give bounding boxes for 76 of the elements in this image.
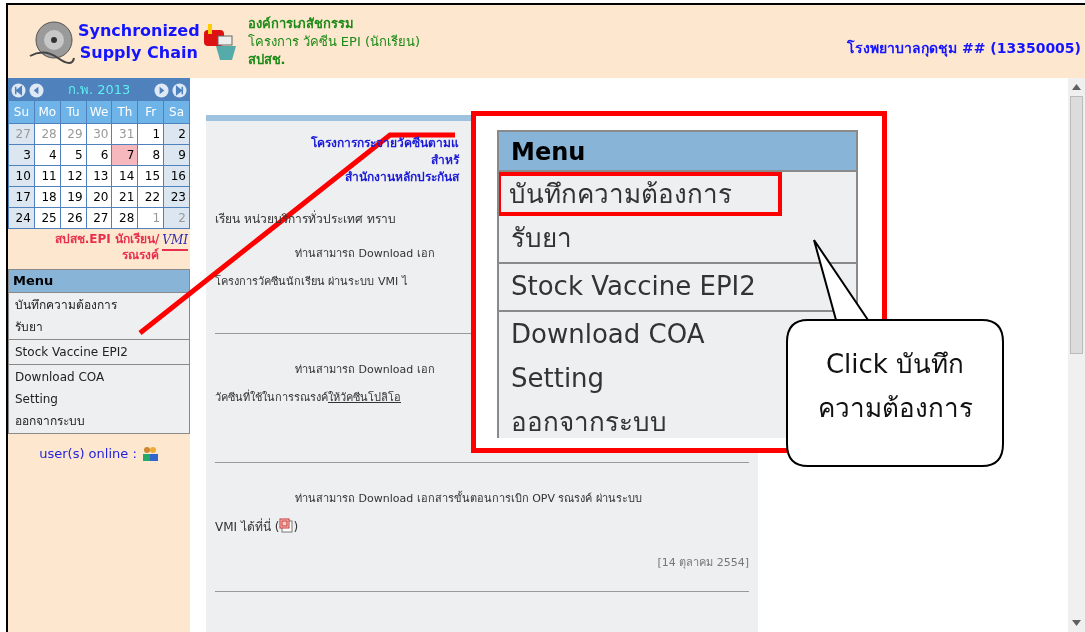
site-logo-text: Synchronized Supply Chain	[78, 19, 200, 64]
calendar-day[interactable]: 28	[112, 208, 138, 228]
weekday-header: Mo	[34, 101, 60, 123]
announcement-title: สำหรั	[431, 152, 459, 169]
calendar-day[interactable]: 5	[60, 145, 86, 165]
weekday-header: Sa	[164, 101, 189, 123]
weekday-header: Fr	[138, 101, 164, 123]
calendar-day[interactable]: 6	[86, 145, 112, 165]
menu-item[interactable]: รับยา	[9, 316, 189, 338]
weekday-header: Su	[9, 101, 34, 123]
menu-header: Menu	[9, 270, 189, 292]
calendar-day[interactable]: 8	[138, 145, 164, 165]
menu-item[interactable]: รับยา	[499, 216, 856, 260]
calendar-day[interactable]: 10	[9, 166, 34, 186]
menu-item[interactable]: Setting	[9, 388, 189, 410]
calendar-day[interactable]: 11	[34, 166, 60, 186]
notice-text: )	[293, 520, 299, 534]
menu-header: Menu	[499, 132, 856, 170]
calendar-day[interactable]: 2	[164, 124, 189, 144]
calendar-day[interactable]: 19	[60, 187, 86, 207]
calendar-day[interactable]: 3	[9, 145, 34, 165]
calendar-day[interactable]: 17	[9, 187, 34, 207]
notice-date: [14 ตุลาคม 2554]	[656, 555, 749, 571]
calendar-day[interactable]: 15	[138, 166, 164, 186]
menu-item[interactable]: บันทึกความต้องการ	[499, 172, 782, 216]
menu-item[interactable]: ออกจากระบบ	[9, 410, 189, 432]
calendar-day[interactable]: 4	[34, 145, 60, 165]
calendar-day[interactable]: 27	[86, 208, 112, 228]
weekday-header: Tu	[60, 101, 86, 123]
menu-item[interactable]: Stock Vaccine EPI2	[499, 264, 856, 308]
calendar-day[interactable]: 14	[112, 166, 138, 186]
scroll-down-icon[interactable]	[1072, 620, 1081, 626]
calendar-day[interactable]: 22	[138, 187, 164, 207]
calendar-day[interactable]: 16	[164, 166, 189, 186]
calendar-day[interactable]: 7	[112, 145, 138, 165]
last-page-icon[interactable]	[172, 82, 187, 98]
notice-text: ท่านสามารถ Download เอก โครงการวัคซีนนักเรียน ผ่านระบบ VMI ไ	[215, 246, 436, 290]
organization-text: สปสช.	[247, 50, 287, 69]
scroll-thumb[interactable]	[1070, 96, 1083, 354]
mailbox-icon	[201, 21, 238, 62]
document-icon[interactable]	[279, 518, 294, 533]
next-icon[interactable]	[154, 82, 169, 98]
notice-text: ท่านสามารถ Download เอกสารขั้นตอนการเบิก OPV รณรงค์ ผ่านระบบ	[294, 490, 643, 507]
announcement-title: สำนักงานหลักประกันส	[345, 169, 459, 186]
weekday-header: We	[86, 101, 112, 123]
calendar-day[interactable]: 9	[164, 145, 189, 165]
hospital-name: โรงพยาบาลกุดชุม ## (13350005)	[847, 38, 1081, 59]
previous-icon[interactable]	[29, 82, 44, 98]
notice-link[interactable]: ให้วัคซีนโปลิโอ	[328, 391, 401, 404]
calendar-day[interactable]: 26	[60, 208, 86, 228]
notice-text: ท่านสามารถ Download เอก วัคซีนที่ใช้ในการรณรงค์ให้วัคซีนโปลิโอ	[215, 362, 436, 406]
vmi-logo: VMI	[162, 231, 188, 251]
menu-item[interactable]: บันทึกความต้องการ	[9, 294, 189, 316]
notice-text: VMI ได้ที่นี่ (	[215, 520, 280, 534]
menu-item[interactable]: Stock Vaccine EPI2	[9, 341, 189, 363]
calendar-month: ก.พ. 2013	[66, 81, 132, 100]
menu-item[interactable]: Download COA	[9, 366, 189, 388]
calendar-day[interactable]: 12	[60, 166, 86, 186]
weekday-header: Th	[112, 101, 138, 123]
calendar-day[interactable]: 20	[86, 187, 112, 207]
callout-text: Click บันทึก ความต้องการ	[816, 348, 974, 425]
calendar-day[interactable]: 13	[86, 166, 112, 186]
calendar-day[interactable]: 18	[34, 187, 60, 207]
scroll-up-icon[interactable]	[1072, 84, 1081, 90]
calendar-day[interactable]: 24	[9, 208, 34, 228]
users-icon	[140, 445, 159, 462]
scrollbar[interactable]	[1068, 78, 1085, 632]
first-page-icon[interactable]	[11, 82, 26, 98]
users-online-label: user(s) online :	[39, 445, 137, 463]
calendar-day[interactable]: 23	[164, 187, 189, 207]
calendar-day[interactable]: 25	[34, 208, 60, 228]
organization-text: องค์การเภสัชกรรม	[247, 14, 355, 33]
program-name: สปสช.EPI นักเรียน/ รณรงค์	[54, 231, 160, 263]
calendar-day[interactable]: 21	[112, 187, 138, 207]
calendar-day[interactable]: 1	[138, 124, 164, 144]
organization-text: โครงการ วัคซีน EPI (นักเรียน)	[247, 32, 421, 51]
